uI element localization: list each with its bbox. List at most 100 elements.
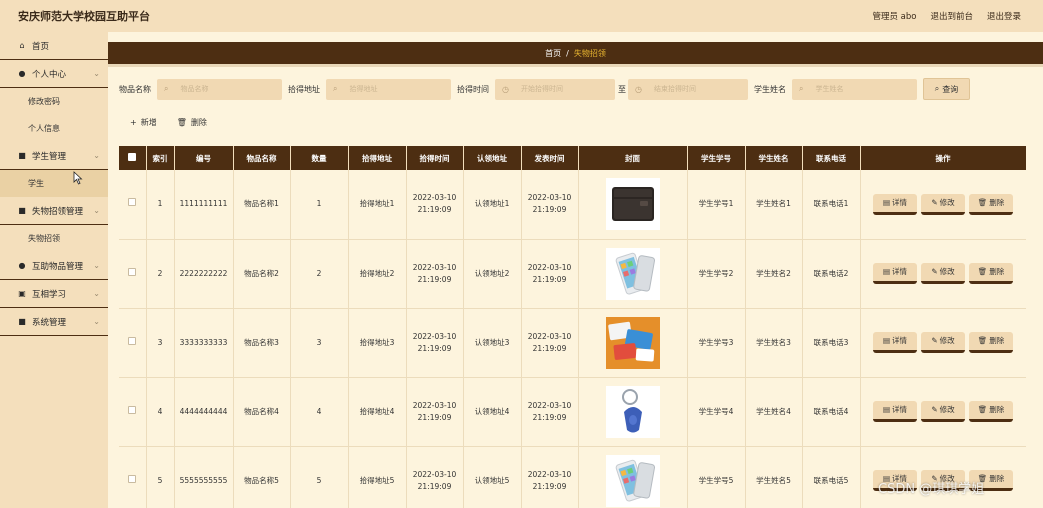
cell-post-time: 2022-03-10 21:19:09 — [521, 377, 579, 447]
edit-button-label: 修改 — [939, 405, 955, 414]
delete-row-button[interactable]: 🗑 删除 — [969, 401, 1013, 422]
cards-image[interactable] — [605, 316, 660, 369]
row-checkbox[interactable] — [119, 377, 147, 447]
edit-button[interactable]: ✎ 修改 — [921, 332, 965, 353]
cell-claim-addr: 认领地址5 — [463, 446, 522, 508]
top-bar-actions: 管理员 abo 退出到前台 退出登录 — [872, 10, 1021, 22]
logout-link[interactable]: 退出登录 — [987, 10, 1021, 22]
cell-number: 1111111111 — [174, 170, 234, 240]
start-time-input[interactable]: ◷ 开始拾得时间 — [495, 78, 615, 100]
row-checkbox[interactable] — [119, 170, 147, 240]
goto-front-link[interactable]: 退出到前台 — [930, 10, 973, 22]
table-row: 3 3333333333 物品名称3 3 拾得地址3 2022-03-10 21:… — [119, 308, 1026, 378]
pickup-date: 2022-03-10 — [412, 400, 457, 410]
cell-phone: 联系电话5 — [802, 446, 861, 508]
search-icon: ⌕ — [934, 84, 940, 93]
delete-row-button-label: 删除 — [989, 197, 1005, 207]
student-name-input[interactable]: ⌕ 学生姓名 — [792, 78, 917, 100]
delete-row-button[interactable]: 🗑 删除 — [969, 263, 1013, 284]
cell-index: 5 — [146, 446, 175, 508]
detail-button[interactable]: ▤ 详情 — [873, 332, 917, 353]
trash-icon: 🗑 — [977, 197, 988, 207]
sidebar-item-label: 系统管理 — [32, 317, 67, 328]
edit-button[interactable]: ✎ 修改 — [921, 263, 965, 284]
delete-button[interactable]: 🗑 删除 — [177, 117, 207, 128]
row-checkbox[interactable] — [119, 446, 147, 508]
grid-icon: ■ — [18, 317, 26, 326]
cell-actions: ▤ 详情 ✎ 修改 🗑 删除 — [860, 239, 1026, 309]
delete-row-button[interactable]: 🗑 删除 — [969, 193, 1013, 215]
delete-row-button-label: 删除 — [989, 267, 1005, 276]
sidebar-item-system-mgmt[interactable]: ■ 系统管理 ⌄ — [0, 308, 108, 336]
cell-quantity: 3 — [290, 308, 349, 378]
phone-image[interactable] — [605, 454, 660, 507]
top-bar: 安庆师范大学校园互助平台 管理员 abo 退出到前台 退出登录 — [0, 0, 1043, 32]
edit-button-label: 修改 — [939, 197, 955, 207]
item-name-input[interactable]: ⌕ 物品名称 — [157, 78, 282, 100]
cell-quantity: 1 — [290, 170, 349, 240]
sidebar-subitem-lost-found[interactable]: 失物招领 — [0, 225, 108, 252]
cell-student-name: 学生姓名1 — [745, 170, 803, 240]
delete-row-button-label: 删除 — [989, 405, 1005, 414]
file-icon: ▤ — [882, 336, 891, 345]
post-date: 2022-03-10 — [527, 193, 572, 203]
cell-student-id: 学生学号5 — [687, 446, 746, 508]
sidebar-item-home[interactable]: ⌂ 首页 — [0, 32, 108, 60]
edit-icon: ✎ — [931, 267, 938, 276]
header-item-name: 物品名称 — [233, 146, 291, 170]
wallet-image[interactable] — [605, 178, 660, 231]
table-row: 1 1111111111 物品名称1 1 拾得地址1 2022-03-10 21:… — [119, 170, 1026, 240]
chevron-down-icon: ⌄ — [93, 151, 100, 160]
edit-icon: ✎ — [931, 336, 938, 345]
cell-item-name: 物品名称5 — [233, 446, 291, 508]
cell-actions: ▤ 详情 ✎ 修改 🗑 删除 — [860, 170, 1026, 240]
row-checkbox[interactable] — [119, 308, 147, 378]
detail-button-label: 详情 — [892, 267, 908, 276]
row-checkbox[interactable] — [119, 239, 147, 309]
add-button[interactable]: + 新增 — [130, 117, 157, 128]
cell-pickup-time: 2022-03-10 21:19:09 — [406, 446, 464, 508]
delete-row-button-label: 删除 — [989, 474, 1005, 483]
chevron-down-icon: ⌄ — [93, 289, 100, 298]
end-time-input[interactable]: ◷ 结束拾得时间 — [628, 78, 748, 100]
sidebar-item-student-mgmt[interactable]: ■ 学生管理 ⌄ — [0, 142, 108, 170]
cell-cover — [578, 446, 688, 508]
detail-button[interactable]: ▤ 详情 — [873, 401, 917, 422]
detail-button[interactable]: ▤ 详情 — [873, 193, 917, 215]
sidebar-item-label: 失物招领管理 — [32, 206, 84, 217]
sidebar-subitem-change-password[interactable]: 修改密码 — [0, 88, 108, 115]
sidebar-subitem-personal-info[interactable]: 个人信息 — [0, 115, 108, 142]
header-index: 索引 — [146, 146, 175, 170]
sidebar-item-mutual-items-mgmt[interactable]: ● 互助物品管理 ⌄ — [0, 252, 108, 280]
pickup-time-label: 拾得时间 — [457, 84, 489, 94]
cell-post-time: 2022-03-10 21:19:09 — [521, 170, 579, 240]
detail-button[interactable]: ▤ 详情 — [873, 263, 917, 284]
edit-button[interactable]: ✎ 修改 — [921, 193, 965, 215]
edit-button-label: 修改 — [939, 267, 955, 276]
chevron-down-icon: ⌄ — [93, 69, 100, 78]
select-all-checkbox[interactable] — [119, 146, 147, 170]
keyfob-image[interactable] — [605, 385, 660, 438]
edit-button-label: 修改 — [939, 336, 955, 345]
post-clock: 21:19:09 — [532, 274, 567, 284]
phone-image[interactable] — [605, 247, 660, 300]
edit-button[interactable]: ✎ 修改 — [921, 401, 965, 422]
file-icon: ▤ — [882, 267, 891, 276]
cell-index: 4 — [146, 377, 175, 447]
cell-number: 4444444444 — [174, 377, 234, 447]
sidebar-subitem-student[interactable]: 学生 — [0, 170, 108, 197]
sidebar-item-personal-center[interactable]: ● 个人中心 ⌄ — [0, 60, 108, 88]
cell-pickup-time: 2022-03-10 21:19:09 — [406, 239, 464, 309]
search-button[interactable]: ⌕ 查询 — [923, 78, 970, 100]
pickup-addr-input[interactable]: ⌕ 拾得地址 — [326, 78, 451, 100]
trash-icon: 🗑 — [176, 118, 187, 127]
delete-row-button[interactable]: 🗑 删除 — [969, 332, 1013, 353]
cell-quantity: 4 — [290, 377, 349, 447]
pickup-clock: 21:19:09 — [417, 343, 452, 353]
sidebar-item-mutual-learning[interactable]: ▣ 互相学习 ⌄ — [0, 280, 108, 308]
breadcrumb-home[interactable]: 首页 — [545, 48, 561, 59]
sidebar-item-lost-found-mgmt[interactable]: ■ 失物招领管理 ⌄ — [0, 197, 108, 225]
cell-index: 3 — [146, 308, 175, 378]
header-phone: 联系电话 — [802, 146, 861, 170]
post-clock: 21:19:09 — [532, 343, 567, 353]
